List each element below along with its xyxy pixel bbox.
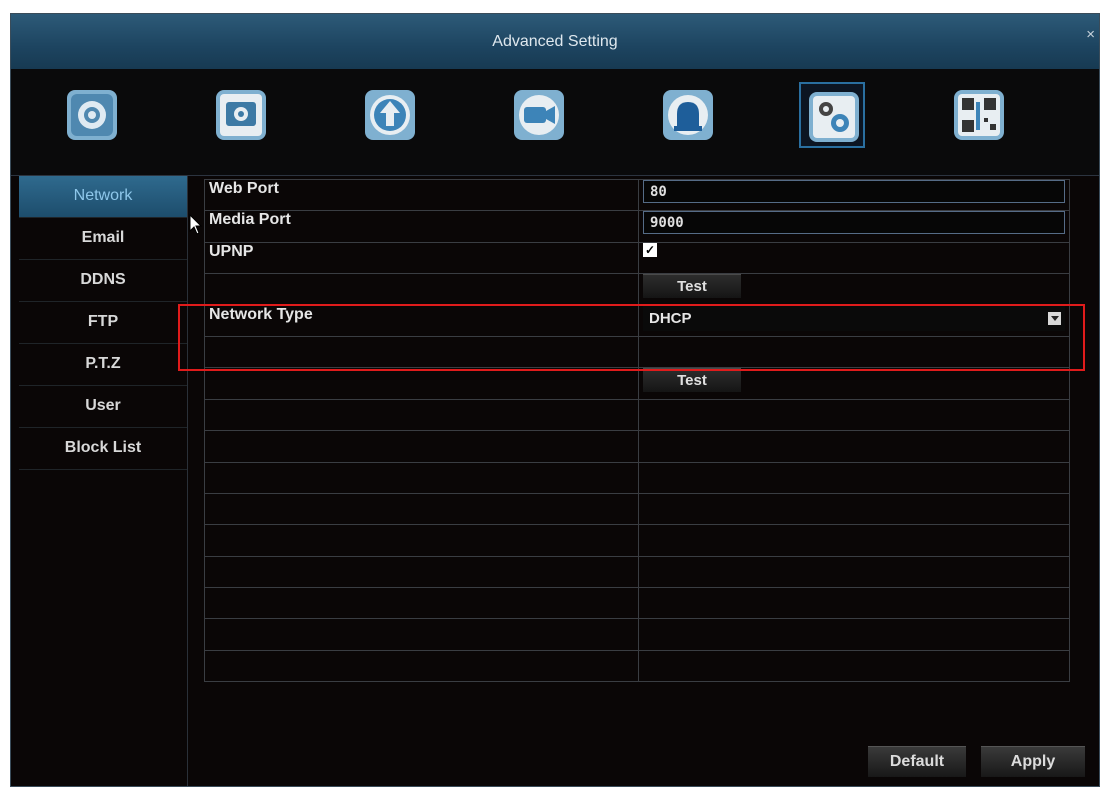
table-row: Test	[204, 273, 1070, 306]
table-row: Media Port 9000	[204, 210, 1070, 243]
sidebar-item-user[interactable]: User	[19, 386, 187, 428]
dropdown-arrow-icon[interactable]	[1048, 311, 1061, 325]
table-row	[204, 555, 1070, 589]
sidebar-item-block-list[interactable]: Block List	[19, 428, 187, 470]
sidebar-item-network[interactable]: Network	[19, 176, 187, 218]
network-type-select[interactable]: DHCP	[643, 305, 1065, 331]
network-settings-panel: Web Port 80 Media Port 9000 UPNP ✓ Test …	[204, 178, 1070, 683]
sidebar: Network Email DDNS FTP P.T.Z User Block …	[11, 176, 188, 786]
info-icon[interactable]	[946, 82, 1012, 148]
table-row	[204, 587, 1070, 620]
table-row	[204, 524, 1070, 557]
upnp-test-button[interactable]: Test	[643, 274, 741, 299]
sidebar-item-ddns[interactable]: DDNS	[19, 260, 187, 302]
upgrade-icon[interactable]	[357, 82, 423, 148]
title-bar: Advanced Setting ×	[11, 14, 1099, 69]
web-port-label: Web Port	[204, 178, 639, 212]
sidebar-item-ftp[interactable]: FTP	[19, 302, 187, 344]
camera-icon[interactable]	[506, 82, 572, 148]
general-settings-icon[interactable]	[59, 82, 125, 148]
settings-table: Web Port 80 Media Port 9000 UPNP ✓ Test …	[204, 178, 1070, 683]
sidebar-item-ptz[interactable]: P.T.Z	[19, 344, 187, 386]
network-settings-icon[interactable]	[799, 82, 865, 148]
network-type-label: Network Type	[204, 304, 639, 337]
web-port-input[interactable]: 80	[643, 180, 1065, 203]
table-row: UPNP ✓	[204, 241, 1070, 275]
media-port-input[interactable]: 9000	[643, 211, 1065, 235]
schedule-record-icon[interactable]	[208, 82, 274, 148]
media-port-label: Media Port	[204, 210, 639, 243]
alarm-icon[interactable]	[655, 82, 721, 148]
table-row	[204, 461, 1070, 494]
network-test-button[interactable]: Test	[643, 368, 741, 393]
window-title: Advanced Setting	[492, 32, 618, 50]
close-icon[interactable]: ×	[1086, 26, 1095, 43]
table-row: Test	[204, 367, 1070, 400]
table-row	[204, 398, 1070, 432]
upnp-checkbox[interactable]: ✓	[643, 242, 657, 257]
table-row	[204, 649, 1070, 683]
mouse-pointer-icon	[189, 214, 203, 235]
table-row: Network Type DHCP	[204, 304, 1070, 337]
table-row	[204, 492, 1070, 526]
sidebar-item-email[interactable]: Email	[19, 218, 187, 260]
table-row	[204, 618, 1070, 651]
apply-button[interactable]: Apply	[981, 746, 1085, 777]
table-row	[204, 430, 1070, 463]
default-button[interactable]: Default	[868, 746, 966, 777]
network-type-value: DHCP	[649, 309, 692, 327]
table-row: Web Port 80	[204, 178, 1070, 212]
table-row	[204, 335, 1070, 369]
upnp-label: UPNP	[204, 241, 639, 275]
advanced-setting-window: Advanced Setting × Network Email DDNS FT…	[10, 13, 1100, 787]
settings-category-bar	[11, 69, 1099, 176]
